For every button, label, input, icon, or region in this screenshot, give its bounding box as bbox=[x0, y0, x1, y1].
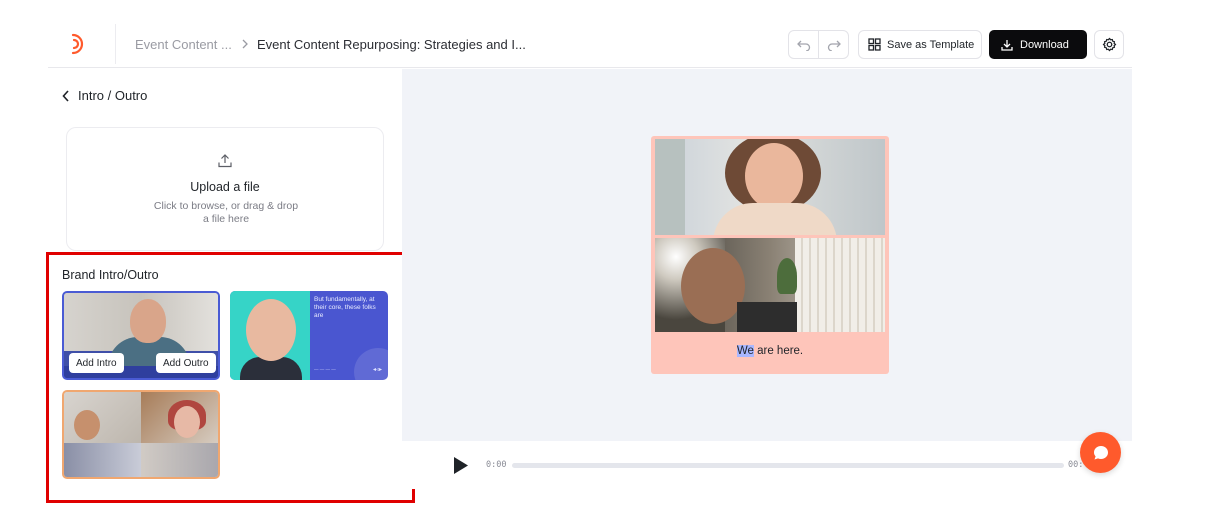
download-label: Download bbox=[1020, 38, 1069, 51]
speaker-video-bottom[interactable] bbox=[655, 238, 885, 332]
chevron-left-icon bbox=[62, 89, 69, 102]
add-intro-button[interactable]: Add Intro bbox=[69, 353, 124, 373]
thumbnail-person-head bbox=[130, 299, 166, 343]
play-icon[interactable] bbox=[453, 456, 469, 475]
upload-hint: Click to browse, or drag & drop a file h… bbox=[153, 200, 299, 225]
undo-button[interactable] bbox=[789, 31, 818, 58]
speaker-face bbox=[681, 248, 745, 324]
speaker-video-top[interactable] bbox=[655, 139, 885, 235]
speaker-shirt bbox=[713, 203, 837, 235]
thumbnail-footer: — — — — bbox=[314, 367, 336, 372]
thumbnail-person-head bbox=[246, 299, 296, 361]
back-button[interactable]: Intro / Outro bbox=[62, 88, 147, 103]
download-button[interactable]: Download bbox=[989, 30, 1087, 59]
caption-highlight-word: We bbox=[736, 345, 754, 357]
download-icon bbox=[1001, 39, 1013, 51]
thumbnail-person-head bbox=[174, 406, 200, 438]
header-divider bbox=[115, 24, 116, 64]
thumbnail-quadrant bbox=[64, 443, 141, 477]
current-time: 0:00 bbox=[486, 460, 507, 470]
video-shelf bbox=[795, 238, 885, 332]
waveform-icon: ◂◃▸ bbox=[372, 367, 382, 373]
add-outro-button[interactable]: Add Outro bbox=[156, 353, 216, 373]
thumbnail-person-head bbox=[74, 410, 100, 440]
brand-intro-outro-title: Brand Intro/Outro bbox=[62, 268, 159, 282]
settings-button[interactable] bbox=[1094, 30, 1124, 59]
video-caption[interactable]: We are here. bbox=[651, 345, 889, 357]
chat-bubble-icon bbox=[1093, 445, 1108, 459]
speaker-face bbox=[745, 143, 803, 209]
save-as-template-label: Save as Template bbox=[887, 38, 975, 51]
brand-template-thumbnail-3[interactable] bbox=[62, 390, 220, 479]
undo-icon bbox=[796, 40, 810, 51]
brand-logo-icon[interactable] bbox=[66, 32, 88, 56]
upload-title: Upload a file bbox=[190, 180, 260, 194]
panel-title: Intro / Outro bbox=[78, 88, 148, 103]
top-header: Event Content ... Event Content Repurpos… bbox=[48, 20, 1132, 68]
undo-redo-group bbox=[788, 30, 849, 59]
video-object bbox=[737, 302, 797, 332]
chat-support-button[interactable] bbox=[1080, 432, 1121, 473]
brand-template-thumbnail-2[interactable]: But fundamentally, at their core, these … bbox=[230, 291, 388, 380]
end-time: 00:0 bbox=[1068, 460, 1082, 470]
template-grid-icon bbox=[868, 38, 881, 51]
breadcrumb-current[interactable]: Event Content Repurposing: Strategies an… bbox=[257, 37, 526, 52]
thumbnail-caption-text: But fundamentally, at their core, these … bbox=[314, 296, 376, 319]
timeline-scrubber[interactable] bbox=[512, 463, 1064, 468]
redo-button[interactable] bbox=[818, 31, 848, 58]
video-background bbox=[655, 139, 685, 235]
thumbnail-quadrant bbox=[141, 443, 218, 477]
breadcrumb-parent[interactable]: Event Content ... bbox=[135, 37, 232, 52]
chevron-right-icon bbox=[242, 39, 248, 49]
caption-rest: are here. bbox=[753, 345, 804, 357]
brand-template-thumbnail-1[interactable]: Add Intro Add Outro bbox=[62, 291, 220, 380]
upload-dropzone[interactable]: Upload a file Click to browse, or drag &… bbox=[66, 127, 384, 251]
video-plant bbox=[777, 258, 797, 294]
gear-icon bbox=[1102, 37, 1116, 52]
save-as-template-button[interactable]: Save as Template bbox=[858, 30, 982, 59]
redo-icon bbox=[827, 40, 841, 51]
upload-icon bbox=[218, 154, 232, 168]
decorative-circle bbox=[354, 348, 388, 380]
